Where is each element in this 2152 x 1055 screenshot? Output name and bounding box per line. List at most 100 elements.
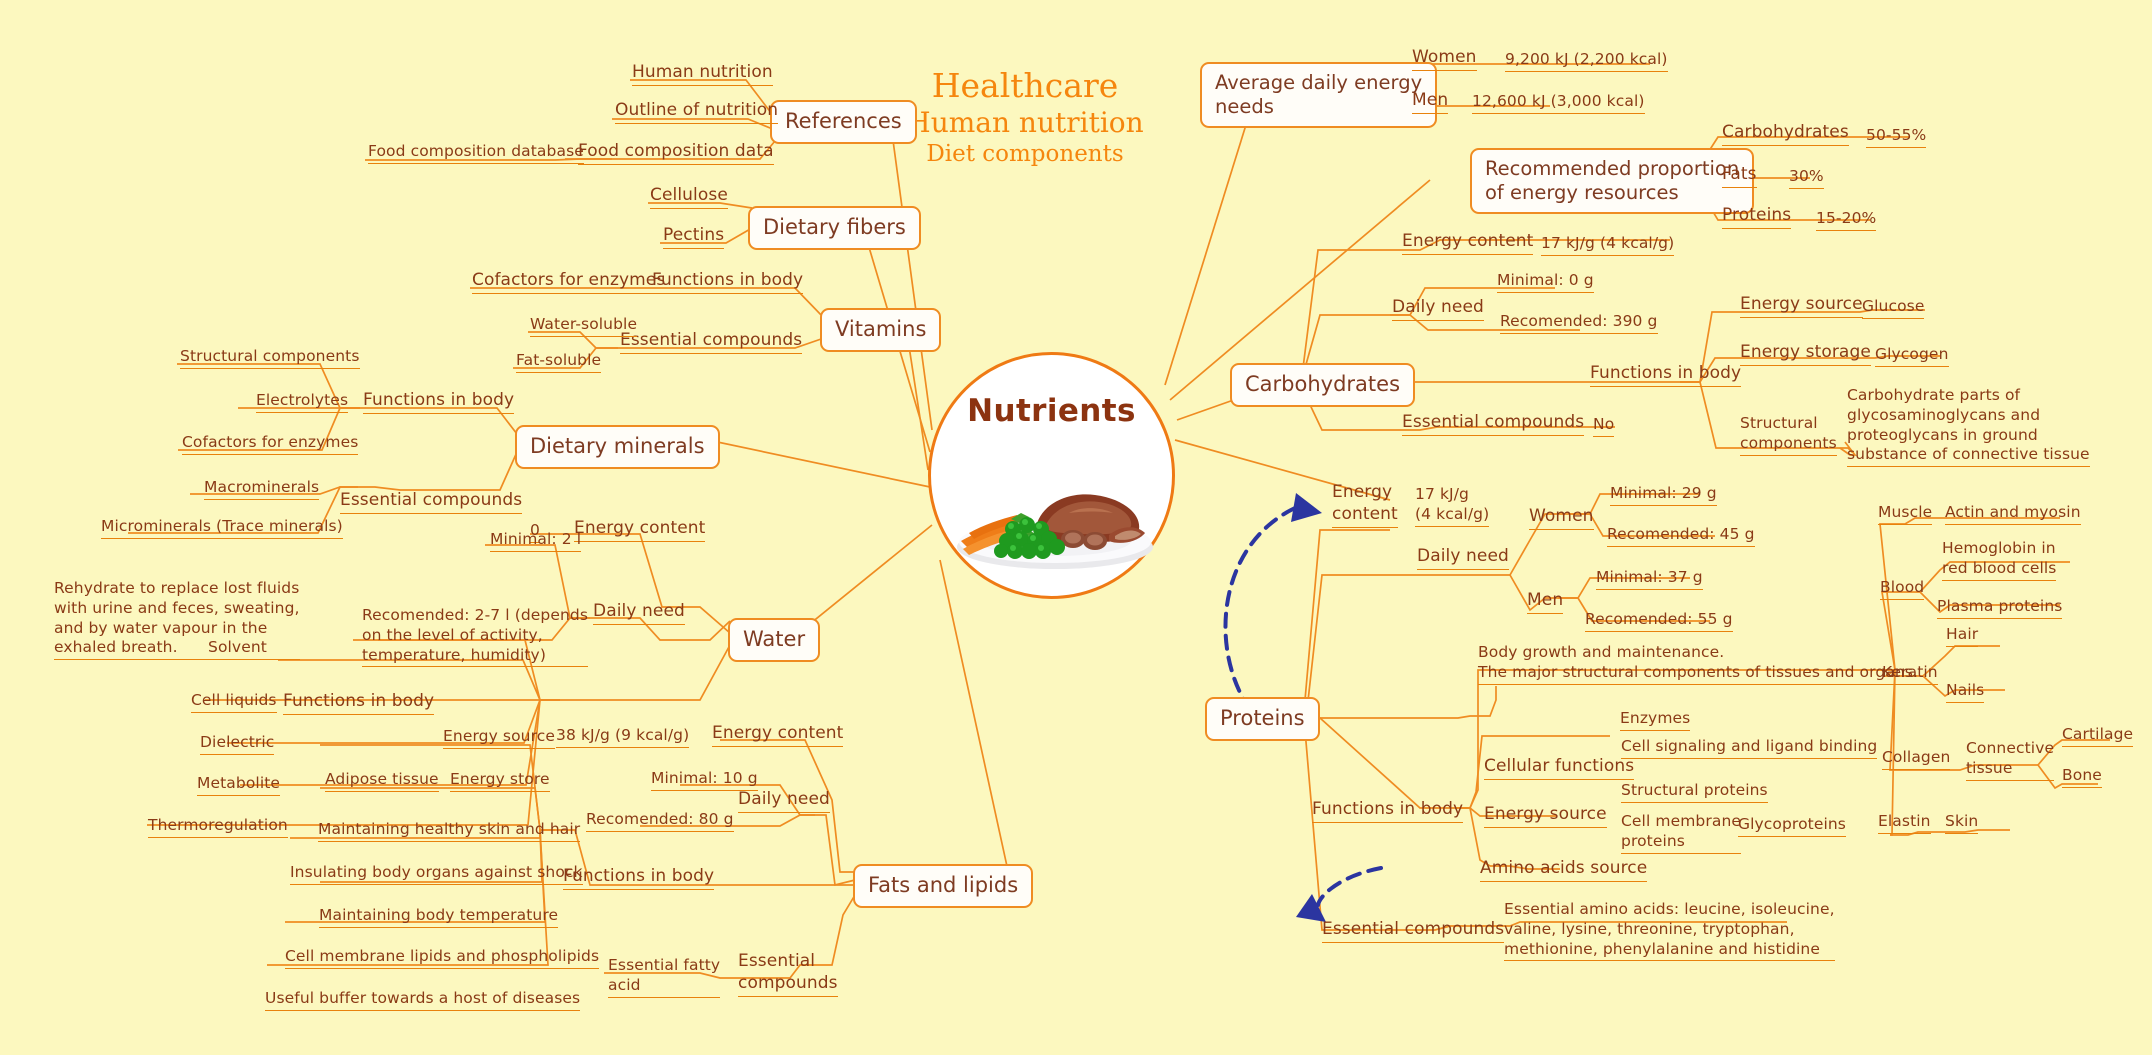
leaf-prot-energy-source[interactable]: Energy source [1484,804,1607,828]
leaf-energy-women-value[interactable]: 9,200 kJ (2,200 kcal) [1505,50,1668,72]
leaf-water-energy-content[interactable]: Energy content [574,518,706,542]
leaf-fats-minimal[interactable]: Minimal: 10 g [651,769,758,791]
leaf-prot-women[interactable]: Women [1529,506,1594,530]
leaf-prot-daily-need[interactable]: Daily need [1417,546,1509,570]
leaf-prot-women-recommended[interactable]: Recomended: 45 g [1607,525,1755,547]
branch-box-dietary-minerals[interactable]: Dietary minerals [515,425,720,469]
leaf-food-composition-database[interactable]: Food composition database [368,142,584,164]
leaf-carb-energy-storage[interactable]: Energy storage [1740,342,1871,366]
central-node-nutrients[interactable]: Nutrients [928,352,1175,599]
leaf-adipose-tissue[interactable]: Adipose tissue [325,770,439,792]
branch-box-references[interactable]: References [770,100,917,144]
leaf-minerals-functions-in-body[interactable]: Functions in body [363,390,515,414]
leaf-fats-functions-in-body[interactable]: Functions in body [563,866,715,890]
leaf-water-thermoregulation[interactable]: Thermoregulation [148,816,288,838]
leaf-prot-plasma-proteins[interactable]: Plasma proteins [1937,597,2063,619]
leaf-maintaining-healthy-skin-and-hair[interactable]: Maintaining healthy skin and hair [318,820,581,842]
leaf-prot-keratin[interactable]: Keratin [1882,663,1938,685]
leaf-prot-women-minimal[interactable]: Minimal: 29 g [1610,484,1717,506]
leaf-water-dielectric[interactable]: Dielectric [200,733,275,755]
leaf-prot-nails[interactable]: Nails [1946,681,1985,703]
leaf-vitamins-functions-in-body[interactable]: Functions in body [652,270,804,294]
leaf-water-metabolite[interactable]: Metabolite [197,774,281,796]
leaf-prot-men-minimal[interactable]: Minimal: 37 g [1596,568,1703,590]
leaf-prot-muscle-value[interactable]: Actin and myosin [1945,503,2081,525]
leaf-energy-men[interactable]: Men [1412,90,1449,114]
leaf-prot-cartilage[interactable]: Cartilage [2062,725,2134,747]
branch-box-vitamins[interactable]: Vitamins [820,308,942,352]
leaf-prot-enzymes[interactable]: Enzymes [1620,709,1691,731]
leaf-cellulose[interactable]: Cellulose [650,185,728,209]
leaf-fats-energy-content-value[interactable]: 38 kJ/g (9 kcal/g) [556,726,690,748]
leaf-prot-blood[interactable]: Blood [1880,578,1925,600]
leaf-carb-daily-need[interactable]: Daily need [1392,297,1484,321]
leaf-fats-daily-need[interactable]: Daily need [738,789,830,813]
leaf-carb-energy-content-value[interactable]: 17 kJ/g (4 kcal/g) [1541,234,1675,256]
leaf-carb-recommended[interactable]: Recomended: 390 g [1500,312,1658,334]
leaf-prot-muscle[interactable]: Muscle [1878,503,1933,525]
leaf-carb-energy-storage-value[interactable]: Glycogen [1875,345,1949,367]
leaf-proportion-fats-value[interactable]: 30% [1789,167,1824,189]
leaf-vitamins-essential-compounds[interactable]: Essential compounds [620,330,803,354]
leaf-carb-structural-components[interactable]: Structural components [1740,414,1837,456]
leaf-proportion-proteins[interactable]: Proteins [1722,205,1792,229]
leaf-water-cell-liquids[interactable]: Cell liquids [191,691,277,713]
leaf-prot-connective-tissue[interactable]: Connective tissue [1966,739,2055,781]
leaf-minerals-cofactors-for-enzymes[interactable]: Cofactors for enzymes [182,433,359,455]
leaf-carb-energy-source-value[interactable]: Glucose [1862,297,1925,319]
leaf-prot-glycoproteins[interactable]: Glycoproteins [1738,815,1846,837]
leaf-macrominerals[interactable]: Macrominerals [204,478,320,500]
leaf-water-recommended[interactable]: Recomended: 2-7 l (depends on the level … [362,606,589,668]
leaf-carb-essential-compounds-value[interactable]: No [1593,415,1615,437]
leaf-pectins[interactable]: Pectins [663,225,725,249]
leaf-essential-fatty-acid[interactable]: Essential fatty acid [608,956,721,998]
leaf-prot-structural-proteins[interactable]: Structural proteins [1621,781,1768,803]
leaf-prot-hemoglobin[interactable]: Hemoglobin in red blood cells [1942,539,2057,581]
leaf-prot-energy-content-value[interactable]: 17 kJ/g (4 kcal/g) [1415,485,1490,527]
leaf-proportion-proteins-value[interactable]: 15-20% [1816,209,1877,231]
leaf-microminerals[interactable]: Microminerals (Trace minerals) [101,517,343,539]
leaf-carb-structural-components-value[interactable]: Carbohydrate parts of glycosaminoglycans… [1847,386,2090,468]
leaf-fats-recommended[interactable]: Recomended: 80 g [586,810,734,832]
leaf-prot-essential-compounds[interactable]: Essential compounds [1322,919,1505,943]
leaf-outline-of-nutrition[interactable]: Outline of nutrition [615,100,779,124]
leaf-water-daily-need[interactable]: Daily need [593,601,685,625]
leaf-maintaining-body-temperature[interactable]: Maintaining body temperature [319,906,559,928]
leaf-fats-essential-compounds[interactable]: Essential compounds [738,951,838,997]
leaf-proportion-carbohydrates-value[interactable]: 50-55% [1866,126,1927,148]
leaf-prot-hair[interactable]: Hair [1946,625,1979,647]
leaf-water-solvent[interactable]: Solvent [208,638,267,660]
branch-box-dietary-fibers[interactable]: Dietary fibers [748,206,921,250]
leaf-prot-cell-membrane-proteins[interactable]: Cell membrane proteins [1621,812,1742,854]
leaf-energy-women[interactable]: Women [1412,47,1477,71]
leaf-water-minimal[interactable]: Minimal: 2 l [490,530,582,552]
leaf-prot-men-recommended[interactable]: Recomended: 55 g [1585,610,1733,632]
branch-box-fats-and-lipids[interactable]: Fats and lipids [853,864,1034,908]
leaf-prot-collagen[interactable]: Collagen [1882,748,1951,770]
leaf-fat-soluble[interactable]: Fat-soluble [516,351,602,373]
leaf-water-soluble[interactable]: Water-soluble [530,315,638,337]
leaf-prot-men[interactable]: Men [1527,590,1564,614]
leaf-prot-bone[interactable]: Bone [2062,766,2102,788]
leaf-carb-energy-source[interactable]: Energy source [1740,294,1863,318]
leaf-prot-essential-amino-acids[interactable]: Essential amino acids: leucine, isoleuci… [1504,900,1835,962]
leaf-fats-energy-source[interactable]: Energy source [443,727,555,749]
leaf-carb-essential-compounds[interactable]: Essential compounds [1402,412,1585,436]
leaf-carb-functions-in-body[interactable]: Functions in body [1590,363,1742,387]
leaf-prot-amino-acids-source[interactable]: Amino acids source [1480,858,1648,882]
leaf-carb-minimal[interactable]: Minimal: 0 g [1497,271,1594,293]
leaf-prot-cell-signaling[interactable]: Cell signaling and ligand binding [1621,737,1878,759]
branch-box-carbohydrates[interactable]: Carbohydrates [1230,363,1416,407]
leaf-energy-men-value[interactable]: 12,600 kJ (3,000 kcal) [1472,92,1645,114]
leaf-fats-energy-content[interactable]: Energy content [712,723,844,747]
leaf-useful-buffer[interactable]: Useful buffer towards a host of diseases [265,989,581,1011]
leaf-vitamins-cofactors-for-enzymes[interactable]: Cofactors for enzymes [472,270,666,294]
leaf-proportion-fats[interactable]: Fats [1722,164,1757,188]
leaf-water-functions-in-body[interactable]: Functions in body [283,691,435,715]
leaf-cell-membrane-lipids[interactable]: Cell membrane lipids and phospholipids [285,947,600,969]
leaf-human-nutrition[interactable]: Human nutrition [632,62,773,86]
leaf-food-composition-data[interactable]: Food composition data [578,141,774,165]
leaf-fats-energy-store[interactable]: Energy store [450,770,550,792]
branch-box-proteins[interactable]: Proteins [1205,697,1320,741]
leaf-proportion-carbohydrates[interactable]: Carbohydrates [1722,122,1849,146]
